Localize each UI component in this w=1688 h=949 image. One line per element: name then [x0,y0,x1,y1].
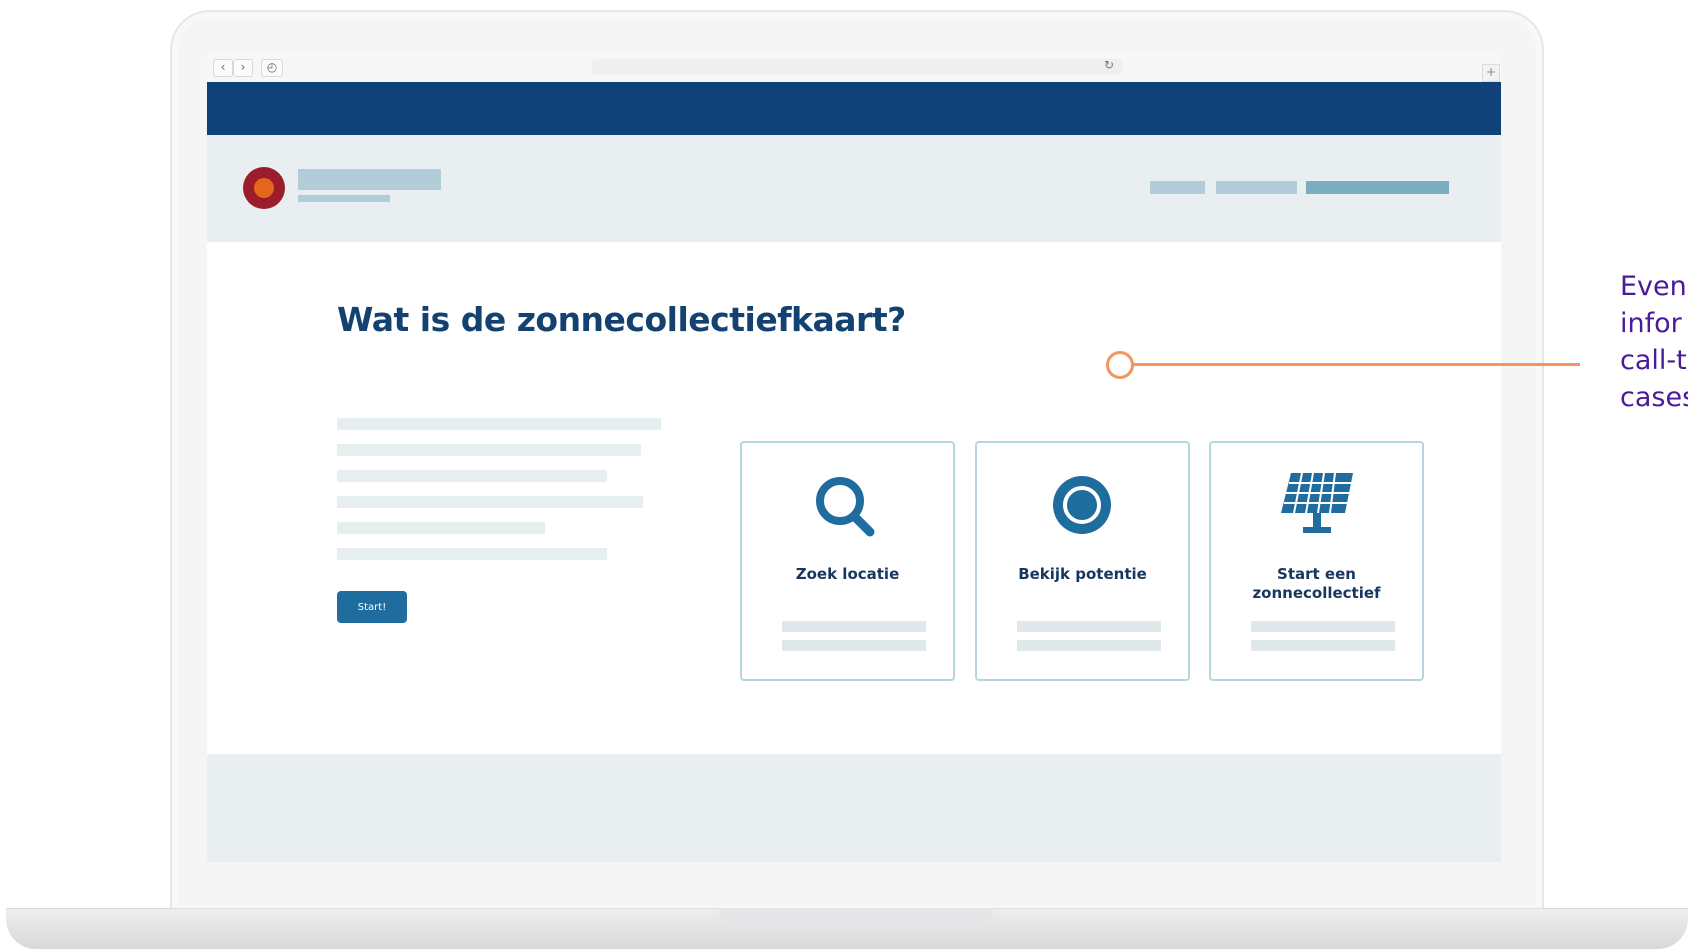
top-bar [207,82,1501,135]
text-line-placeholder [337,444,641,456]
nav-item-placeholder[interactable] [1150,181,1205,194]
solar-panel-icon [1211,471,1422,541]
site-name-placeholder [298,169,441,190]
card-label-line: Start een [1277,565,1356,583]
start-button[interactable]: Start! [337,591,407,623]
search-icon [742,471,953,541]
card-bekijk-potentie[interactable]: Bekijk potentie [975,441,1190,681]
card-text-placeholder [782,621,926,632]
site-logo[interactable] [243,167,285,209]
annotation-marker [1106,351,1134,379]
card-text-placeholder [1251,640,1395,651]
site-header [207,135,1501,242]
annotation-text: Even infor call-t cases [1620,268,1688,416]
text-line-placeholder [337,548,607,560]
address-bar[interactable] [592,59,1122,75]
annotation-line-text: call-t [1620,345,1687,376]
page-title: Wat is de zonnecollectiefkaart? [337,300,906,339]
card-zoek-locatie[interactable]: Zoek locatie [740,441,955,681]
site-tagline-placeholder [298,195,390,202]
browser-chrome: ‹ › ◴ ↻ + [207,52,1501,83]
card-text-placeholder [1017,621,1161,632]
card-label: Zoek locatie [795,565,900,583]
browser-window: ‹ › ◴ ↻ + Wat is de zonnecollectiefkaart… [207,52,1501,862]
card-start-zonnecollectief[interactable]: Start een zonnecollectief [1209,441,1424,681]
text-line-placeholder [337,522,545,534]
reload-icon[interactable]: ↻ [1104,58,1114,72]
text-line-placeholder [337,470,607,482]
text-line-placeholder [337,418,661,430]
card-text-placeholder [782,640,926,651]
nav-item-placeholder[interactable] [1306,181,1449,194]
logo-dot [254,178,274,198]
card-label: Bekijk potentie [1018,565,1147,583]
annotation-line-text: infor [1620,308,1682,339]
nav-item-placeholder[interactable] [1216,181,1297,194]
card-label-line: zonnecollectief [1252,584,1381,602]
annotation-line-text: cases [1620,382,1688,413]
site-footer [207,754,1501,862]
history-icon[interactable]: ◴ [261,59,283,77]
target-circle-icon [977,471,1188,541]
text-line-placeholder [337,496,643,508]
card-text-placeholder [1017,640,1161,651]
annotation-connector [1131,363,1580,366]
annotation-line-text: Even [1620,271,1687,302]
card-label: Start een zonnecollectief [1211,565,1422,603]
back-icon[interactable]: ‹ [213,59,233,77]
new-tab-icon[interactable]: + [1482,64,1500,82]
laptop-notch [718,908,994,928]
forward-icon[interactable]: › [233,59,253,77]
card-text-placeholder [1251,621,1395,632]
intro-section: Wat is de zonnecollectiefkaart? Start! Z… [207,242,1501,754]
